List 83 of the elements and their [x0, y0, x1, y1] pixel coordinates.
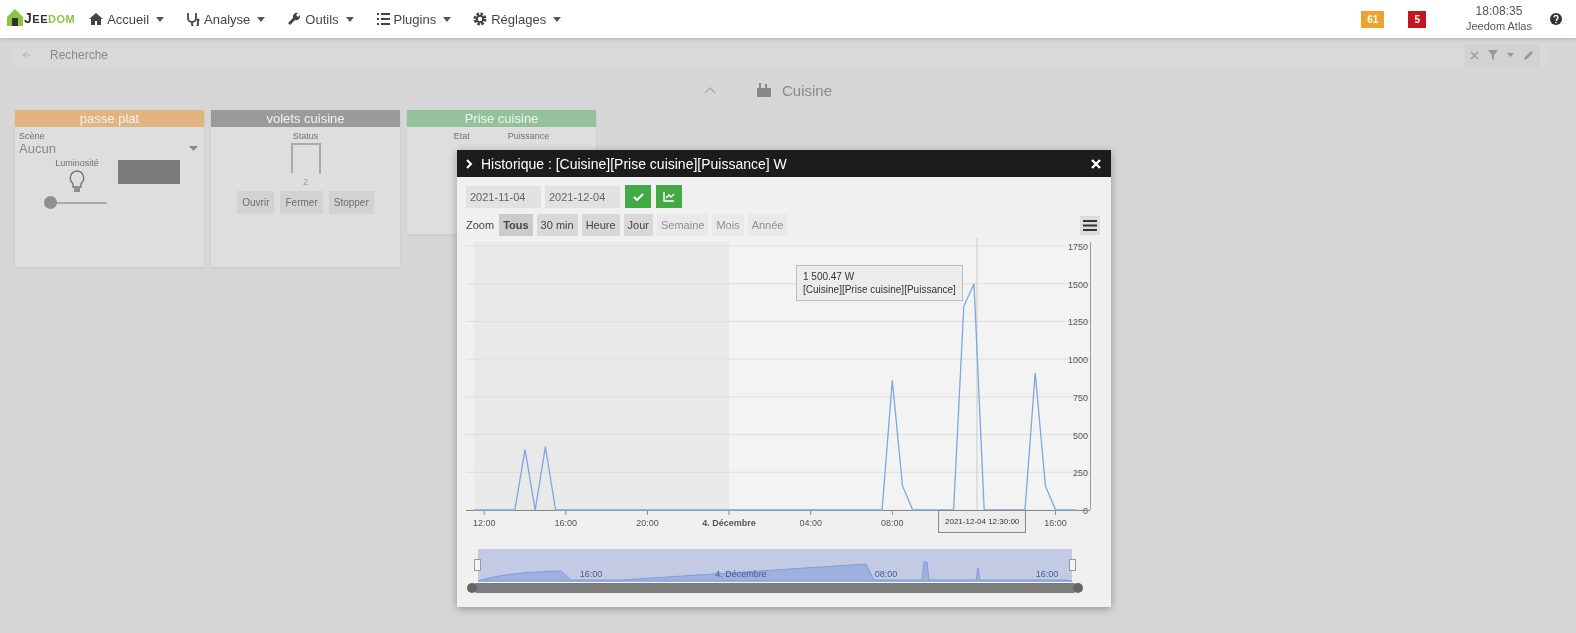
axis-label: 1000 [1067, 355, 1088, 366]
confirm-button[interactable] [625, 185, 651, 208]
tooltip-series: [Cuisine][Prise cuisine][Puissance] [803, 283, 956, 296]
field-label: Scène [19, 131, 46, 141]
slider-thumb[interactable] [44, 196, 57, 209]
line-chart-icon [663, 191, 675, 202]
zoom-button[interactable]: Tous [499, 214, 533, 236]
axis-label: 750 [1072, 392, 1088, 403]
zoom-label: Zoom [466, 219, 495, 231]
caret-icon [156, 16, 165, 22]
stethoscope-icon [186, 12, 201, 26]
scrollbar[interactable] [467, 583, 1083, 593]
axis-label: 250 [1072, 468, 1088, 479]
axis-label: 1250 [1067, 317, 1088, 328]
chevron-up-icon[interactable] [704, 86, 716, 94]
tooltip-value: 1 500.47 W [803, 270, 856, 283]
house-icon [6, 6, 24, 26]
caret-icon [345, 16, 354, 22]
filter-icon[interactable] [1488, 50, 1498, 60]
card-title: volets cuisine [266, 111, 345, 126]
pencil-icon[interactable] [1523, 49, 1534, 61]
caret-icon[interactable] [1507, 53, 1514, 57]
menu-item[interactable]: Réglages [473, 11, 562, 27]
axis-label: 1750 [1067, 242, 1088, 252]
axis-label: 1500 [1067, 279, 1088, 290]
field-label: Puissance [507, 131, 550, 141]
axis-label: 08:00 [881, 518, 904, 528]
zoom-button[interactable]: Jour [623, 214, 653, 236]
crosshair-label: 2021-12-04 12:30:00 [938, 510, 1027, 533]
menu-button[interactable] [1080, 215, 1100, 235]
axis-label: 4. Décembre [715, 569, 767, 579]
shutter-icon [290, 143, 321, 174]
check-icon [632, 192, 644, 201]
axis-label: 16:00 [579, 569, 603, 579]
clock-time: 18:08:35 [1474, 4, 1524, 19]
menu-item[interactable]: Outils [287, 11, 354, 27]
axis-label: 20:00 [636, 518, 659, 528]
axis-label: 04:00 [799, 518, 822, 528]
axis-label: 4. Décembre [702, 518, 756, 528]
axis-label: 16:00 [1035, 569, 1059, 579]
caret-icon [257, 16, 266, 22]
axis-label: 500 [1072, 430, 1088, 441]
field-label: Luminosité [55, 158, 99, 168]
card-title: Prise cuisine [464, 111, 539, 126]
search-field[interactable]: Recherche [48, 47, 1464, 63]
dialog-title: Historique : [Cuisine][Prise cuisine][Puissance] W [481, 155, 788, 172]
zoom-button[interactable]: 30 min [536, 214, 578, 236]
field-label: Status [291, 131, 320, 141]
zoom-button[interactable]: Heure [581, 214, 620, 236]
action-button[interactable]: Fermer [280, 191, 323, 214]
wrench-icon [287, 12, 302, 26]
color-swatch[interactable] [118, 160, 180, 184]
list-icon [375, 12, 390, 26]
menu-item[interactable]: Accueil [89, 11, 165, 27]
action-button[interactable]: Ouvrir [237, 191, 275, 214]
notification-badge[interactable]: 5 [1408, 10, 1426, 28]
axis-label: 12:00 [472, 518, 496, 528]
menu-item[interactable]: Plugins [375, 11, 452, 27]
menu-item[interactable]: Analyse [186, 11, 266, 27]
user-name[interactable]: Jeedom Atlas [1465, 19, 1532, 34]
date-field[interactable]: 2021-12-04 [545, 185, 620, 208]
action-button[interactable]: Stopper [328, 191, 374, 214]
logo[interactable]: JEEDOM [6, 6, 76, 32]
chart-button[interactable] [656, 185, 682, 208]
status-value: 2 [302, 177, 309, 187]
back-arrow-icon[interactable] [22, 51, 32, 59]
axis-label: 16:00 [1044, 518, 1067, 528]
gear-icon [473, 12, 488, 26]
help-icon[interactable] [1550, 13, 1562, 25]
room-title: Cuisine [782, 81, 832, 99]
light-bulb-icon [68, 170, 86, 192]
field-label: Etat [453, 131, 470, 141]
caret-icon [443, 16, 452, 22]
caret-icon [189, 146, 198, 151]
card-title: passe plat [79, 111, 140, 126]
axis-label: 08:00 [874, 569, 898, 579]
navigator-drawing[interactable] [474, 549, 1076, 582]
chevron-right-icon[interactable] [466, 158, 473, 169]
menu-icon [1083, 219, 1097, 231]
caret-icon [553, 16, 562, 22]
axis-label: 16:00 [554, 518, 578, 528]
date-field[interactable]: 2021-11-04 [466, 185, 541, 208]
home-icon [89, 12, 104, 26]
